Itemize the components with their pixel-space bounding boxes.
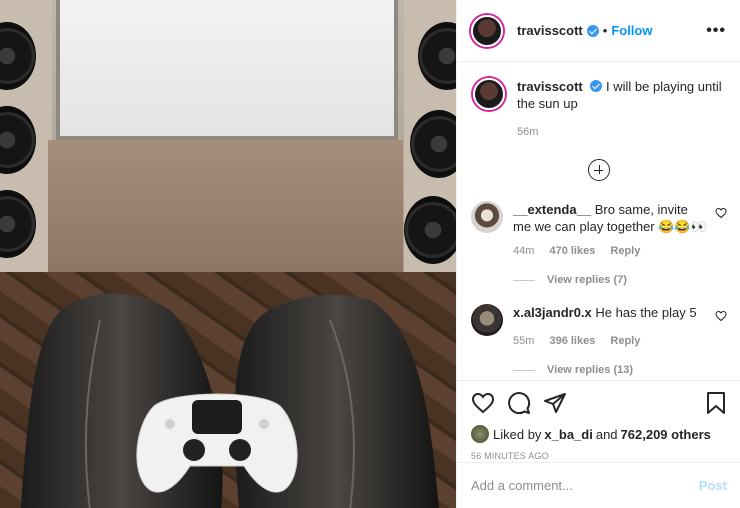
comment-bubble-icon[interactable] <box>507 391 531 415</box>
share-plane-icon[interactable] <box>543 391 567 415</box>
verified-badge-icon <box>590 80 603 92</box>
add-comment-input[interactable] <box>471 478 699 493</box>
liker-username[interactable]: x_ba_di <box>544 427 592 442</box>
commenter-avatar[interactable] <box>471 304 503 336</box>
bookmark-save-icon[interactable] <box>705 391 727 415</box>
follow-button[interactable]: Follow <box>611 23 652 38</box>
comment-like-icon[interactable] <box>715 310 727 322</box>
caption-meta: 56m <box>517 124 727 141</box>
speaker <box>418 22 456 90</box>
commenter-avatar[interactable] <box>471 201 503 233</box>
speaker <box>0 106 36 174</box>
stage-platform <box>48 140 403 280</box>
comment-time: 44m <box>513 245 535 257</box>
right-speaker-column <box>404 0 456 275</box>
left-speaker-column <box>0 0 52 275</box>
comment: x.al3jandr0.x He has the play 5 55m 396 … <box>471 304 727 350</box>
comment-text: He has the play 5 <box>595 305 697 320</box>
load-more-icon[interactable] <box>588 159 610 181</box>
comment: __extenda__ Bro same, invite me we can p… <box>471 201 727 260</box>
liker-avatar[interactable] <box>471 425 489 443</box>
post-header: travisscott • Follow ••• <box>457 0 740 62</box>
speaker <box>404 196 456 264</box>
comments-list[interactable]: travisscott I will be playing until the … <box>457 62 740 380</box>
post-sidebar: travisscott • Follow ••• travisscott I w… <box>456 0 740 508</box>
liked-by-prefix: Liked by <box>493 426 542 442</box>
comment-meta: 55m 396 likes Reply <box>513 333 707 350</box>
projector-screen <box>56 0 398 140</box>
replies-line <box>513 279 535 281</box>
view-replies-label: View replies (7) <box>547 274 627 286</box>
caption-author-avatar[interactable] <box>473 78 505 110</box>
view-replies-button[interactable]: View replies (7) <box>513 274 727 286</box>
speaker <box>0 22 36 90</box>
comment-body: __extenda__ Bro same, invite me we can p… <box>513 201 707 260</box>
comment-author[interactable]: __extenda__ <box>513 202 591 217</box>
reply-button[interactable]: Reply <box>610 335 640 347</box>
more-options-icon[interactable]: ••• <box>706 22 726 40</box>
replies-line <box>513 369 535 371</box>
header-separator: • <box>602 23 608 38</box>
view-replies-button[interactable]: View replies (13) <box>513 364 727 376</box>
add-comment-bar: Post <box>457 462 740 508</box>
post-actions: Liked by x_ba_di and 762,209 others 56 M… <box>457 380 740 462</box>
like-heart-icon[interactable] <box>471 391 495 415</box>
comment-like-icon[interactable] <box>715 207 727 219</box>
post-timestamp[interactable]: 56 MINUTES AGO <box>471 451 727 461</box>
caption-time: 56m <box>517 126 539 138</box>
caption: travisscott I will be playing until the … <box>471 78 727 141</box>
likes-summary: Liked by x_ba_di and 762,209 others <box>471 425 727 443</box>
instagram-post: travisscott • Follow ••• travisscott I w… <box>0 0 740 508</box>
comment-meta: 44m 470 likes Reply <box>513 243 707 260</box>
comment-author[interactable]: x.al3jandr0.x <box>513 305 592 320</box>
liked-by-and: and <box>595 426 618 442</box>
author-username[interactable]: travisscott <box>517 23 583 38</box>
speaker <box>410 110 456 178</box>
load-more-comments <box>471 159 727 181</box>
comment-likes[interactable]: 470 likes <box>549 245 595 257</box>
author-avatar[interactable] <box>471 14 503 47</box>
comment-likes[interactable]: 396 likes <box>549 335 595 347</box>
action-icons <box>471 389 727 417</box>
verified-badge-icon <box>586 24 599 37</box>
likes-others-count[interactable]: 762,209 others <box>621 427 711 442</box>
caption-body: travisscott I will be playing until the … <box>517 78 727 141</box>
view-replies-label: View replies (13) <box>547 364 634 376</box>
comment-time: 55m <box>513 335 535 347</box>
comment-body: x.al3jandr0.x He has the play 5 55m 396 … <box>513 304 707 350</box>
reply-button[interactable]: Reply <box>610 245 640 257</box>
post-comment-button[interactable]: Post <box>699 478 727 493</box>
post-photo[interactable] <box>0 0 456 508</box>
caption-author[interactable]: travisscott <box>517 79 583 94</box>
ps5-controller <box>136 393 298 493</box>
speaker <box>0 190 36 258</box>
